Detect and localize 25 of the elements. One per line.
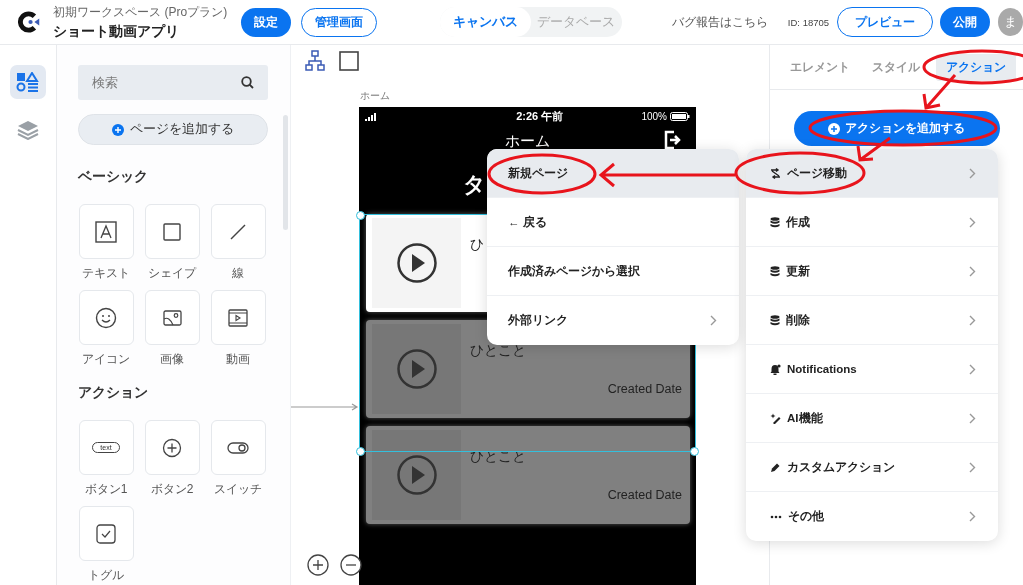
tile-label: スイッチ (214, 481, 262, 498)
page-label: ホーム (360, 89, 390, 103)
tile-label: アイコン (82, 351, 130, 368)
app-name: ショート動画アプリ (53, 22, 181, 41)
tile-label: シェイプ (148, 265, 196, 282)
tile-label: ボタン2 (150, 481, 194, 498)
screen-heading: タ (463, 171, 486, 199)
tile-label: ボタン1 (84, 481, 128, 498)
workspace-name: 初期ワークスペース (Proプラン) (53, 3, 228, 21)
tile-label: 動画 (226, 351, 250, 368)
card-date: Created Date (607, 488, 682, 502)
card-caption: ひとこと (470, 448, 526, 466)
card-date: Created Date (607, 382, 682, 396)
tile-label: トグル (88, 567, 124, 584)
tile-label: 線 (232, 265, 244, 282)
screen-title: ホーム (505, 131, 550, 151)
section-title: ベーシック (78, 168, 149, 186)
battery-level: 100% (641, 111, 667, 122)
card-caption: ひ (470, 236, 484, 254)
card-caption: ひとこと (470, 342, 526, 360)
tile-label: テキスト (82, 265, 130, 282)
section-title: アクション (78, 384, 149, 402)
status-time: 2:26 午前 (516, 109, 564, 124)
app-id: ID: 18705 (787, 16, 830, 28)
tile-label: 画像 (160, 351, 184, 368)
